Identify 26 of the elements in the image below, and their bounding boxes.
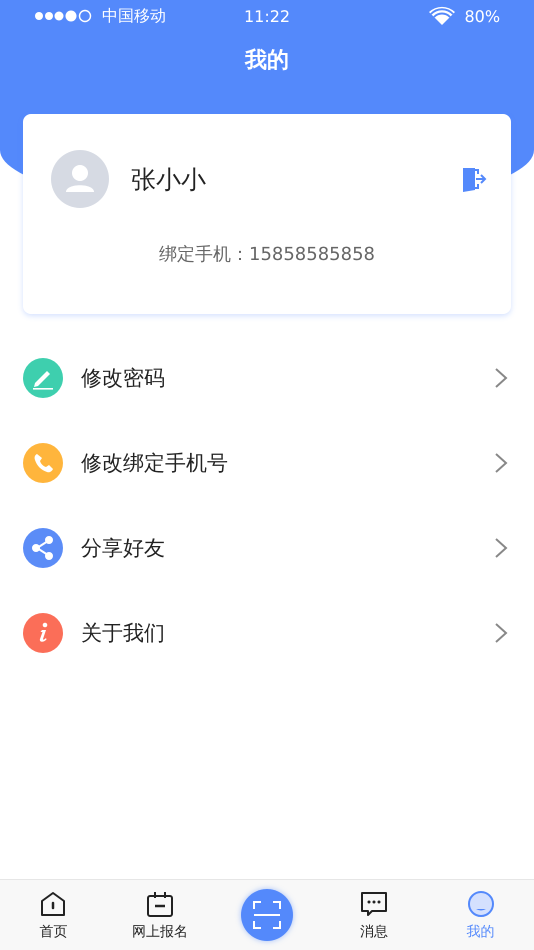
user-name: 张小小 bbox=[131, 164, 207, 196]
scan-icon bbox=[252, 901, 281, 929]
logout-icon[interactable] bbox=[461, 166, 487, 192]
menu-item[interactable]: 修改密码 bbox=[0, 335, 534, 420]
nav-tab[interactable]: 首页 bbox=[0, 889, 107, 941]
page-title: 我的 bbox=[245, 47, 289, 75]
avatar-icon bbox=[51, 150, 109, 208]
user-icon bbox=[466, 889, 496, 919]
calendar-icon bbox=[145, 889, 176, 919]
chat-icon bbox=[358, 889, 389, 919]
bound-phone: 绑定手机：15858585858 bbox=[159, 243, 376, 266]
menu-item[interactable]: 修改绑定手机号 bbox=[0, 420, 534, 505]
status-time: 11:22 bbox=[244, 6, 290, 26]
chevron-right-icon bbox=[494, 452, 508, 474]
chevron-right-icon bbox=[494, 536, 508, 558]
scan-button[interactable] bbox=[240, 889, 293, 941]
nav-tab[interactable]: 消息 bbox=[320, 889, 428, 941]
menu-item[interactable]: 分享好友 bbox=[0, 505, 534, 590]
nav-tab[interactable]: 网上报名 bbox=[106, 889, 214, 941]
menu-item[interactable]: 关于我们 bbox=[0, 590, 534, 675]
chevron-right-icon bbox=[494, 366, 508, 388]
signal-icon bbox=[34, 9, 92, 23]
battery-percent: 80% bbox=[464, 6, 500, 26]
carrier-name: 中国移动 bbox=[102, 6, 166, 26]
wifi-icon bbox=[428, 6, 456, 26]
chevron-right-icon bbox=[494, 622, 508, 644]
